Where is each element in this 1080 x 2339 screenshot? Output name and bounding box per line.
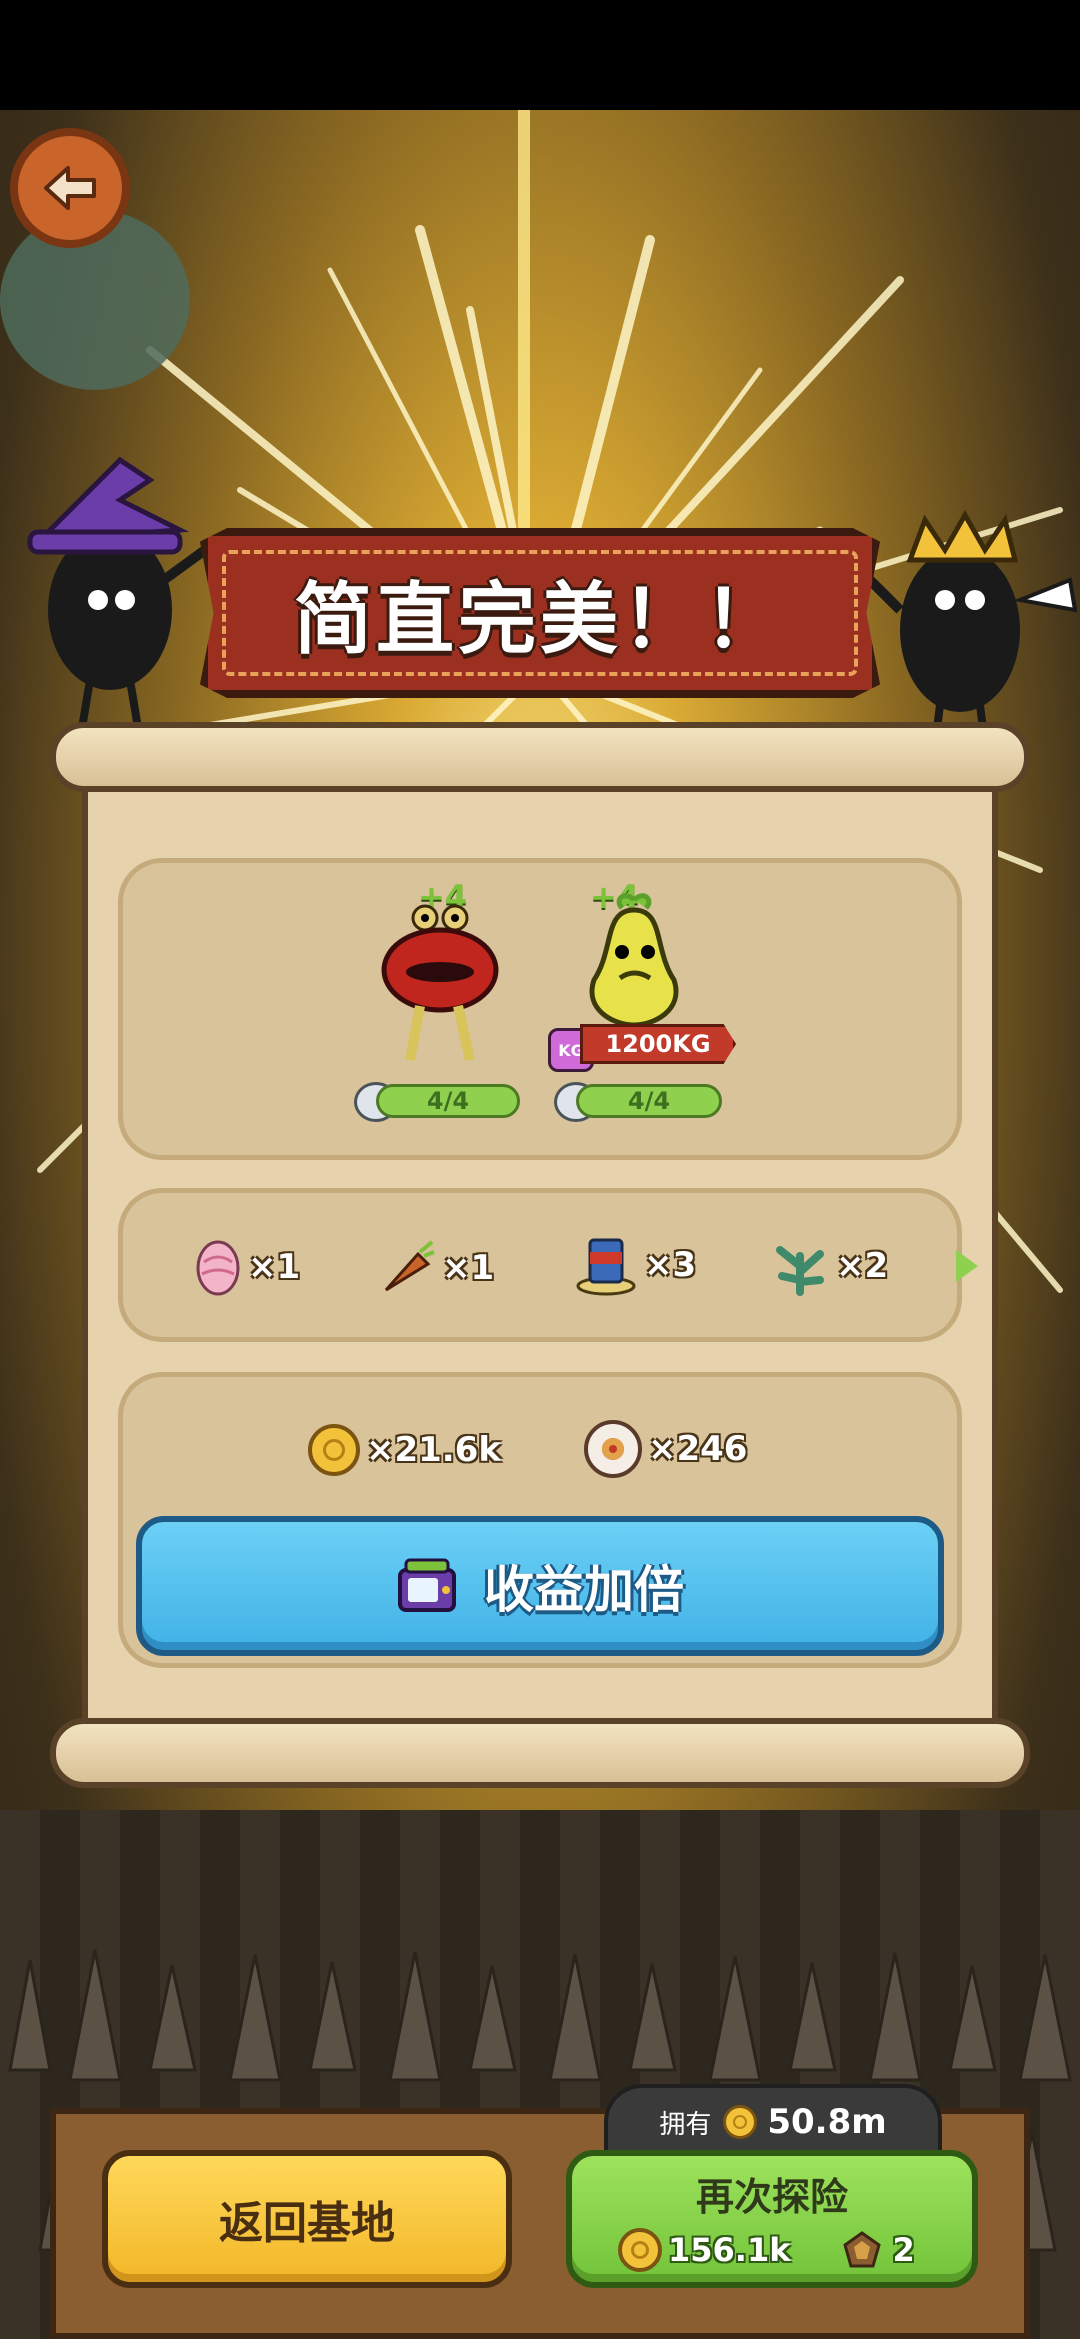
item-herb[interactable]: ×2: [770, 1236, 888, 1296]
monster-level: 4/4: [376, 1084, 520, 1118]
explore-tickets: 2: [892, 2231, 915, 2269]
eye-reward: ×246: [648, 1429, 748, 1469]
herb-icon: [776, 1246, 824, 1296]
reward-coins: ×21.6k: [308, 1424, 501, 1476]
reward-eyes: ×246: [584, 1420, 747, 1478]
monster-level: 4/4: [576, 1084, 722, 1118]
return-home-button[interactable]: 返回基地: [102, 2150, 512, 2288]
item-count: ×1: [248, 1247, 301, 1287]
item-count: ×3: [644, 1245, 697, 1285]
explore-again-label: 再次探险: [695, 2175, 848, 2219]
owned-coins: 拥有 50.8m: [604, 2084, 942, 2160]
coin-reward: ×21.6k: [366, 1430, 501, 1470]
ticket-pentagon-icon: [842, 2231, 881, 2268]
owned-label: 拥有: [659, 2109, 712, 2140]
king-creature-icon: [870, 509, 1078, 746]
lips-monster-icon[interactable]: [380, 900, 500, 1070]
explore-again-button[interactable]: 再次探险 156.1k 2: [566, 2150, 978, 2288]
pear-monster-icon[interactable]: [574, 890, 694, 1030]
double-reward-label: 收益加倍: [484, 1561, 684, 1619]
next-items-arrow-icon[interactable]: [956, 1250, 978, 1282]
back-button[interactable]: [10, 128, 130, 248]
item-count: ×1: [442, 1248, 495, 1288]
video-ad-icon: [398, 1558, 456, 1612]
eyeball-icon: [584, 1420, 642, 1478]
item-can[interactable]: ×3: [574, 1234, 696, 1296]
banner-title: 简直完美！！: [293, 575, 786, 665]
double-reward-button[interactable]: 收益加倍: [136, 1516, 944, 1656]
scroll-bottom-roll: [50, 1718, 1030, 1788]
monster-weight: 1200KG: [580, 1024, 736, 1064]
item-count: ×2: [836, 1246, 889, 1286]
owned-amount: 50.8m: [767, 2102, 887, 2142]
coin-icon: [723, 2105, 758, 2139]
coin-icon: [618, 2228, 662, 2272]
item-carrot[interactable]: ×1: [380, 1240, 494, 1296]
coin-icon: [308, 1424, 360, 1476]
item-egg[interactable]: ×1: [194, 1238, 300, 1296]
pink-egg-icon: [196, 1240, 240, 1296]
result-banner: 简直完美！！: [200, 528, 880, 698]
back-arrow-icon: [44, 166, 96, 210]
can-icon: [576, 1238, 636, 1296]
scroll-top-roll: [50, 722, 1030, 792]
monster-card: [118, 858, 962, 1160]
explore-cost: 156.1k: [668, 2231, 791, 2269]
carrot-icon: [384, 1240, 435, 1292]
witch-creature-icon: [27, 456, 208, 741]
